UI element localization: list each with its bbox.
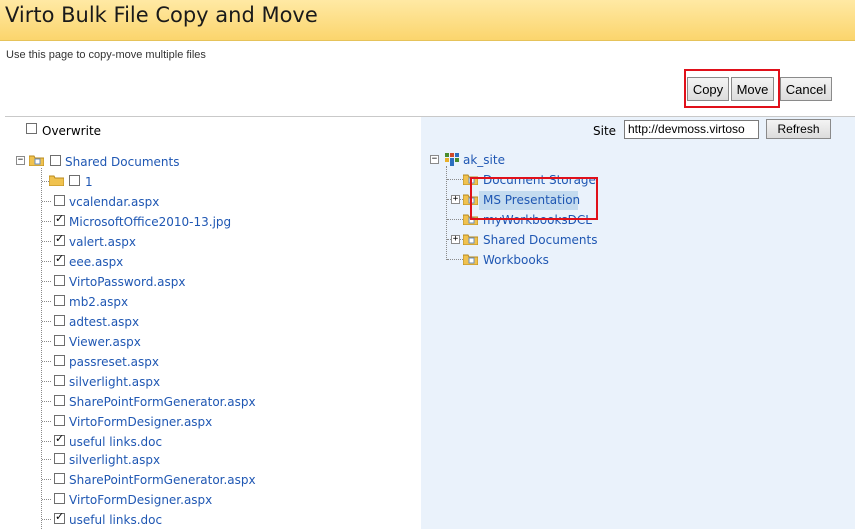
- file-checkbox[interactable]: [54, 432, 65, 446]
- file-checkbox[interactable]: [54, 252, 65, 266]
- tree-line: [447, 259, 463, 260]
- file-item[interactable]: passreset.aspx: [69, 355, 159, 369]
- file-item[interactable]: adtest.aspx: [69, 315, 139, 329]
- file-item[interactable]: silverlight.aspx: [69, 453, 160, 467]
- file-checkbox[interactable]: [54, 453, 65, 464]
- shared-documents-checkbox[interactable]: [50, 155, 61, 166]
- tree-line: [42, 321, 51, 322]
- file-checkbox[interactable]: [54, 295, 65, 306]
- tree-line: [42, 401, 51, 402]
- file-item[interactable]: valert.aspx: [69, 235, 136, 249]
- tree-item-ak-site[interactable]: ak_site: [463, 153, 505, 167]
- file-checkbox[interactable]: [54, 275, 65, 286]
- expand-icon[interactable]: +: [451, 235, 460, 244]
- site-label: Site: [593, 124, 617, 138]
- tree-line: [42, 421, 51, 422]
- file-checkbox[interactable]: [54, 315, 65, 326]
- tree-line: [42, 221, 51, 222]
- file-item[interactable]: useful links.doc: [69, 513, 162, 527]
- tree-line: [42, 479, 51, 480]
- file-item[interactable]: useful links.doc: [69, 435, 162, 449]
- tree-line: [42, 441, 51, 442]
- tree-line: [446, 166, 447, 260]
- tree-line: [42, 261, 51, 262]
- file-item[interactable]: mb2.aspx: [69, 295, 128, 309]
- file-item[interactable]: Viewer.aspx: [69, 335, 141, 349]
- file-item[interactable]: SharePointFormGenerator.aspx: [69, 473, 256, 487]
- overwrite-checkbox[interactable]: [26, 123, 37, 134]
- tree-line: [42, 241, 51, 242]
- file-checkbox[interactable]: [54, 232, 65, 246]
- overwrite-label: Overwrite: [42, 124, 102, 138]
- file-checkbox[interactable]: [54, 510, 65, 524]
- tree-line: [42, 201, 51, 202]
- collapse-icon[interactable]: −: [16, 156, 25, 165]
- tree-line: [42, 499, 51, 500]
- file-checkbox[interactable]: [54, 212, 65, 226]
- file-item[interactable]: SharePointFormGenerator.aspx: [69, 395, 256, 409]
- file-item[interactable]: vcalendar.aspx: [69, 195, 159, 209]
- tree-item-folder-1[interactable]: 1: [85, 175, 93, 189]
- page-subtitle: Use this page to copy-move multiple file…: [6, 49, 206, 61]
- title-bar: Virto Bulk File Copy and Move: [0, 0, 855, 41]
- tree-line: [42, 301, 51, 302]
- expand-icon[interactable]: +: [451, 195, 460, 204]
- folder-1-checkbox[interactable]: [69, 175, 80, 186]
- file-checkbox[interactable]: [54, 355, 65, 366]
- tree-line: [42, 459, 51, 460]
- file-item[interactable]: VirtoPassword.aspx: [69, 275, 185, 289]
- folder-icon: [29, 155, 44, 166]
- page-title: Virto Bulk File Copy and Move: [5, 3, 318, 27]
- tree-line: [447, 219, 463, 220]
- tree-line: [42, 341, 51, 342]
- file-checkbox[interactable]: [54, 415, 65, 426]
- tree-line: [42, 381, 51, 382]
- file-checkbox[interactable]: [54, 473, 65, 484]
- file-checkbox[interactable]: [54, 335, 65, 346]
- file-item[interactable]: silverlight.aspx: [69, 375, 160, 389]
- site-icon: [445, 153, 459, 166]
- file-checkbox[interactable]: [54, 375, 65, 386]
- folder-icon: [463, 234, 478, 245]
- file-item[interactable]: eee.aspx: [69, 255, 123, 269]
- file-checkbox[interactable]: [54, 195, 65, 206]
- refresh-button[interactable]: Refresh: [766, 119, 831, 139]
- file-item[interactable]: VirtoFormDesigner.aspx: [69, 415, 212, 429]
- file-item[interactable]: MicrosoftOffice2010-13.jpg: [69, 215, 231, 229]
- destination-item[interactable]: Shared Documents: [483, 233, 597, 247]
- file-item[interactable]: VirtoFormDesigner.aspx: [69, 493, 212, 507]
- destination-item[interactable]: Workbooks: [483, 253, 549, 267]
- copy-move-highlight: [684, 69, 780, 108]
- tree-line: [42, 281, 51, 282]
- tree-line: [42, 519, 51, 520]
- cancel-button[interactable]: Cancel: [780, 77, 832, 101]
- tree-item-shared-documents[interactable]: Shared Documents: [65, 155, 179, 169]
- folder-icon: [49, 175, 64, 186]
- file-checkbox[interactable]: [54, 395, 65, 406]
- folder-icon: [463, 254, 478, 265]
- tree-line: [42, 181, 49, 182]
- site-url-input[interactable]: http://devmoss.virtoso: [624, 120, 759, 139]
- collapse-icon[interactable]: −: [430, 155, 439, 164]
- tree-line: [447, 179, 463, 180]
- tree-line: [41, 168, 42, 529]
- ms-presentation-highlight: [470, 177, 598, 220]
- file-checkbox[interactable]: [54, 493, 65, 504]
- tree-line: [42, 361, 51, 362]
